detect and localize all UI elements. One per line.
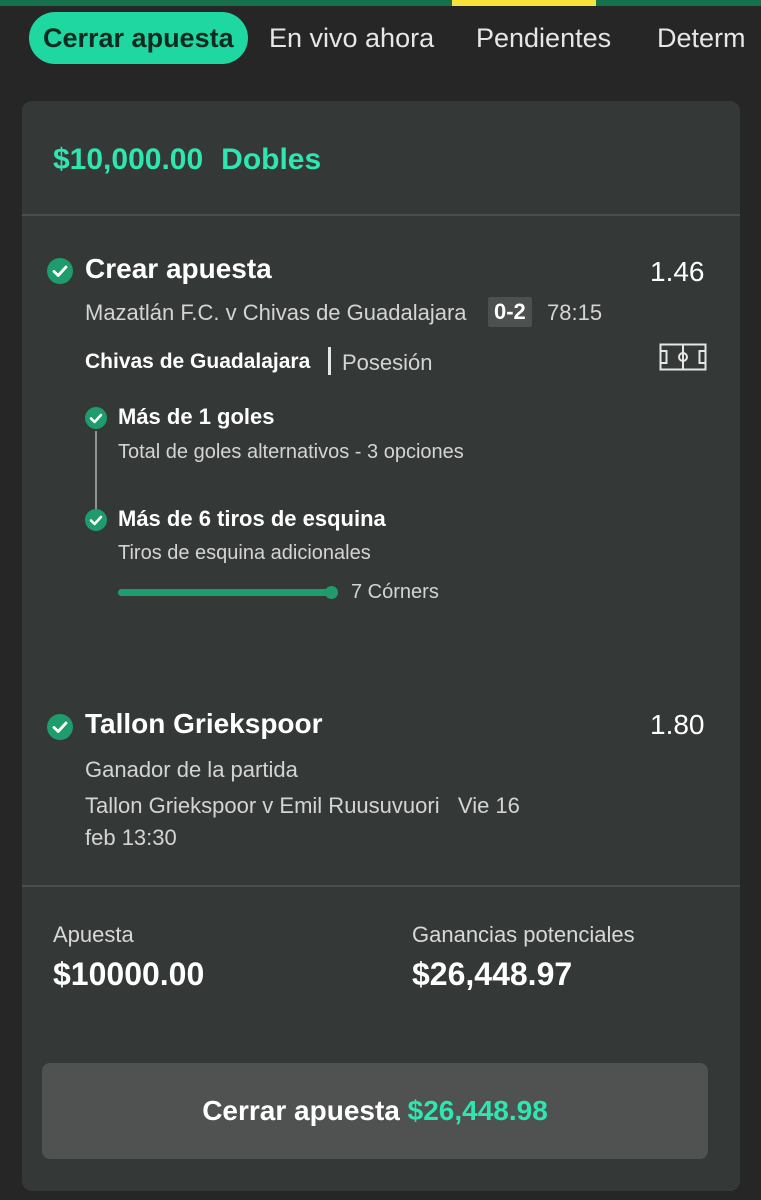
cash-out-amount: $26,448.98	[407, 1095, 548, 1126]
separator	[328, 347, 331, 375]
live-score: 0-2	[488, 297, 532, 327]
bet-header: $10,000.00 Dobles	[53, 143, 321, 177]
match-name: Tallon Griekspoor v Emil Ruusuvuori Vie …	[85, 793, 520, 818]
market-name: Ganador de la partida	[85, 757, 298, 782]
progress-fill	[118, 589, 332, 596]
selection-odds: 1.46	[650, 256, 705, 287]
cash-out-label: Cerrar apuesta	[202, 1095, 400, 1126]
progress-label: 7 Córners	[351, 581, 439, 603]
stake-label: Apuesta	[53, 922, 134, 947]
leg-title: Más de 6 tiros de esquina	[118, 506, 386, 531]
leg-title: Más de 1 goles	[118, 404, 275, 429]
bet-stake-title: $10,000.00	[53, 143, 204, 176]
tab-bar: Cerrar apuesta En vivo ahora Pendientes …	[0, 6, 761, 70]
stat-label: Posesión	[342, 350, 433, 375]
bet-type: Dobles	[221, 143, 322, 176]
selection-odds: 1.80	[650, 709, 705, 740]
returns-value: $26,448.97	[412, 956, 573, 992]
check-circle-icon	[47, 258, 73, 284]
leg-connector	[95, 431, 97, 517]
leg-description: Total de goles alternativos - 3 opciones	[118, 441, 464, 463]
divider	[22, 885, 740, 887]
soccer-field-icon[interactable]	[659, 343, 707, 376]
match-date: feb 13:30	[85, 825, 177, 850]
match-name: Mazatlán F.C. v Chivas de Guadalajara	[85, 300, 467, 325]
tab-pendientes[interactable]: Pendientes	[476, 12, 611, 64]
check-circle-icon	[85, 509, 107, 531]
tab-determinadas[interactable]: Determ	[657, 12, 746, 64]
progress-bar	[118, 589, 332, 596]
cash-out-button[interactable]: Cerrar apuesta $26,448.98	[42, 1063, 708, 1159]
selection-title: Tallon Griekspoor	[85, 708, 323, 739]
selection-title: Crear apuesta	[85, 253, 272, 284]
bet-card: $10,000.00 Dobles Crear apuesta 1.46 Maza…	[22, 101, 740, 1191]
tab-en-vivo-ahora[interactable]: En vivo ahora	[269, 12, 434, 64]
check-circle-icon	[47, 714, 73, 740]
progress-knob	[325, 586, 338, 599]
check-circle-icon	[85, 407, 107, 429]
leg-description: Tiros de esquina adicionales	[118, 542, 371, 564]
returns-label: Ganancias potenciales	[412, 922, 635, 947]
match-clock: 78:15	[547, 300, 603, 325]
team-name: Chivas de Guadalajara	[85, 350, 311, 373]
stake-value: $10000.00	[53, 956, 205, 992]
divider	[22, 214, 740, 216]
tab-cerrar-apuesta[interactable]: Cerrar apuesta	[29, 12, 248, 64]
